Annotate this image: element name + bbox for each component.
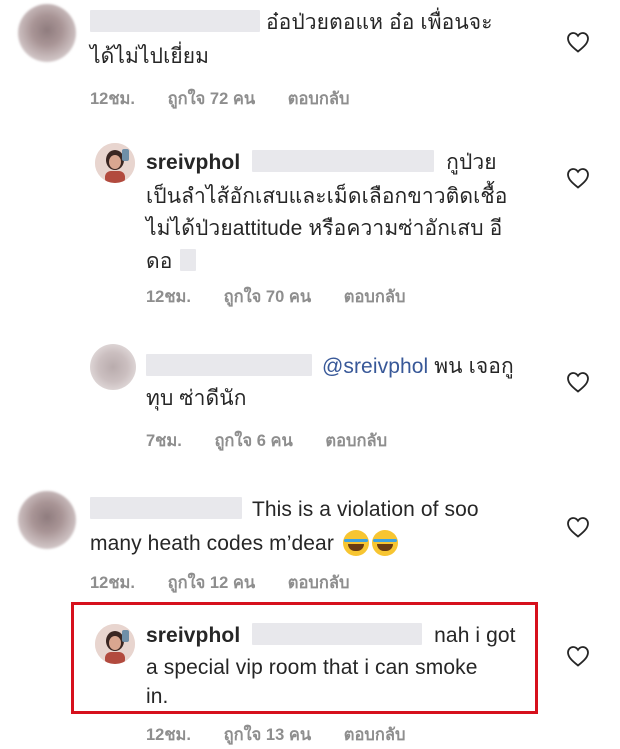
heart-icon[interactable] [566,31,590,53]
reply-button[interactable]: ตอบกลับ [288,574,350,592]
comment-body: พน เจอกู [434,355,514,378]
avatar[interactable] [18,4,76,62]
reply-button[interactable]: ตอบกลับ [325,432,387,450]
highlight-box [71,602,538,714]
redacted-username [90,497,242,519]
laughing-emoji-icon [342,530,369,556]
likes-link[interactable]: ถูกใจ 12 คน [168,574,256,592]
comment-text-line3: ไม่ได้ป่วยattitude หรือความซ่าอักเสบ อี [146,217,503,240]
comment-time: 12ชม. [146,726,192,744]
comment-text-line4: ดอ [146,245,197,279]
comment-text-line2: ทุบ ซ่าดีนัก [146,387,247,410]
comment-meta: 12ชม. ถูกใจ 72 คน ตอบกลับ [90,86,349,112]
comment-body-end: ดอ [146,250,173,273]
comment-meta: 12ชม. ถูกใจ 13 คน ตอบกลับ [146,722,405,748]
redacted-username [90,10,260,32]
comment-time: 12ชม. [90,574,136,592]
laughing-emoji-icon [371,530,398,556]
comment-text: @sreivphol พน เจอกู [146,350,566,384]
comment-text-line2: เป็นลำไส้อักเสบและเม็ดเลือกขาวติดเชื้อ [146,185,508,208]
avatar[interactable] [95,143,135,183]
likes-link[interactable]: ถูกใจ 72 คน [168,90,256,108]
redacted-username [146,354,312,376]
comment-time: 12ชม. [146,288,192,306]
comment-time: 12ชม. [90,90,136,108]
user-photo [95,143,135,183]
heart-icon[interactable] [566,645,590,667]
avatar[interactable] [90,344,136,390]
username[interactable]: sreivphol [146,151,240,174]
likes-link[interactable]: ถูกใจ 13 คน [224,726,312,744]
comment-body: อ๋อป่วยตอแห อ๋อ เพื่อนจะ [265,11,493,34]
avatar[interactable] [18,491,76,549]
comment-text: This is a violation of soo [90,493,550,527]
comment-meta: 12ชม. ถูกใจ 12 คน ตอบกลับ [90,570,349,596]
comment-body: กูป่วย [446,151,497,174]
mention-link[interactable]: @sreivphol [322,355,428,378]
comment-body-line2: many heath codes m’dear [90,532,334,555]
heart-icon[interactable] [566,167,590,189]
comment-text: อ๋อป่วยตอแห อ๋อ เพื่อนจะ [90,6,550,40]
reply-button[interactable]: ตอบกลับ [288,90,350,108]
comment-body: This is a violation of soo [251,498,479,521]
comment-text-line2: ได้ไม่ไปเยี่ยม [90,45,210,68]
comment-meta: 12ชม. ถูกใจ 70 คน ตอบกลับ [146,284,405,310]
likes-link[interactable]: ถูกใจ 6 คน [214,432,292,450]
comment-time: 7ชม. [146,432,182,450]
reply-button[interactable]: ตอบกลับ [344,726,406,744]
heart-icon[interactable] [566,371,590,393]
likes-link[interactable]: ถูกใจ 70 คน [224,288,312,306]
comment-meta: 7ชม. ถูกใจ 6 คน ตอบกลับ [146,428,387,454]
redacted-username [252,150,435,172]
redacted-text [180,249,197,271]
heart-icon[interactable] [566,516,590,538]
comment-text: sreivphol กูป่วย [146,146,566,180]
reply-button[interactable]: ตอบกลับ [344,288,406,306]
comment-text-line2: many heath codes m’dear [90,527,398,561]
